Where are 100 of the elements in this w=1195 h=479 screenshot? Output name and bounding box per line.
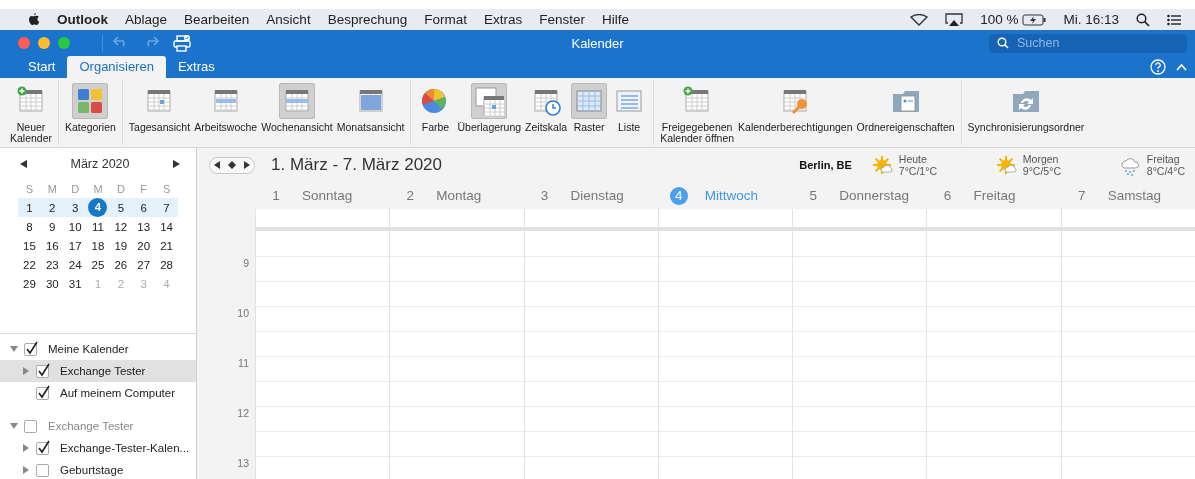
ribbon-tab[interactable]: Extras: [165, 56, 227, 78]
weather-forecast: Freitag 8°C/4°C: [1146, 153, 1185, 177]
calendar-day[interactable]: 1: [18, 201, 41, 214]
calendar-day[interactable]: 7: [155, 201, 178, 214]
calendar-day[interactable]: 23: [40, 258, 64, 271]
calendar-day[interactable]: 24: [63, 258, 87, 271]
date-navigation[interactable]: [209, 156, 255, 174]
calendar-day[interactable]: 17: [63, 239, 87, 252]
calendar-day[interactable]: 21: [155, 239, 178, 252]
day-header[interactable]: 3 Dienstag: [523, 186, 658, 205]
checkbox[interactable]: [36, 364, 49, 378]
checkbox[interactable]: [24, 342, 37, 356]
calendar-day[interactable]: 27: [132, 258, 156, 271]
calendar-day[interactable]: 10: [63, 220, 87, 233]
week-row[interactable]: 1 2 3 4 5 6 7: [18, 198, 178, 217]
day-header[interactable]: 6 Freitag: [926, 186, 1061, 205]
menu-item[interactable]: Fenster: [539, 12, 585, 27]
calendar-day[interactable]: 31: [63, 277, 87, 290]
today-diamond-icon[interactable]: [228, 161, 236, 169]
minimize-button[interactable]: [38, 37, 50, 49]
next-month-icon[interactable]: [173, 160, 180, 168]
list-icon[interactable]: [1167, 13, 1181, 26]
airplay-icon[interactable]: [945, 12, 964, 27]
collapse-triangle-icon[interactable]: [10, 345, 18, 353]
menu-item[interactable]: Outlook: [57, 12, 108, 27]
ribbon-button[interactable]: Überlagerung: [456, 83, 523, 145]
calendar-day[interactable]: 8: [18, 220, 41, 233]
menu-clock[interactable]: Mi. 16:13: [1063, 12, 1119, 27]
calendar-list-item[interactable]: Exchange Tester: [0, 360, 196, 382]
calendar-day[interactable]: 18: [86, 239, 110, 252]
calendar-day[interactable]: 14: [155, 220, 178, 233]
ribbon-button[interactable]: Kalenderberechtigungen: [737, 83, 854, 145]
menu-item[interactable]: Ablage: [125, 12, 168, 27]
next-icon[interactable]: [244, 161, 250, 169]
calendar-day[interactable]: 2: [40, 201, 64, 214]
weather-location[interactable]: Berlin, BE: [799, 159, 852, 171]
calendar-day[interactable]: 26: [109, 258, 133, 271]
ribbon-button[interactable]: Liste: [610, 83, 649, 145]
calendar-day[interactable]: 22: [18, 258, 41, 271]
calendar-name: Auf meinem Computer: [60, 387, 176, 399]
calendar-day[interactable]: 4: [88, 198, 108, 217]
menu-item[interactable]: Extras: [483, 12, 523, 27]
menu-item[interactable]: Format: [424, 12, 467, 27]
expand-triangle-icon[interactable]: [22, 367, 30, 375]
calendar-day[interactable]: 12: [109, 220, 133, 233]
calendar-day[interactable]: 19: [109, 239, 133, 252]
search-icon[interactable]: [1136, 12, 1150, 27]
menu-item[interactable]: Bearbeiten: [184, 12, 250, 27]
day-header[interactable]: 7 Samstag: [1060, 186, 1195, 205]
calendar-name: Exchange-Tester-Kalen...: [60, 442, 190, 454]
ribbon-tab[interactable]: Organisieren: [67, 56, 166, 78]
ribbon-button[interactable]: Monatsansicht: [335, 83, 406, 145]
ribbon-button[interactable]: Tagesansicht: [127, 83, 192, 145]
ribbon-button[interactable]: Synchronisierungsordner: [966, 83, 1086, 145]
weekday-label: M: [46, 182, 58, 195]
calendar-day[interactable]: 11: [86, 220, 110, 233]
hour-label: 13: [237, 457, 249, 471]
week-row[interactable]: 29 30 31 1 2 3 4: [18, 274, 178, 293]
calendar-day[interactable]: 13: [132, 220, 156, 233]
day-header[interactable]: 1 Sonntag: [255, 186, 390, 205]
previous-icon[interactable]: [214, 161, 220, 169]
week-row[interactable]: 15 16 17 18 19 20 21: [18, 236, 178, 255]
previous-month-icon[interactable]: [20, 160, 27, 168]
week-row[interactable]: 8 9 10 11 12 13 14: [18, 217, 178, 236]
calendar-day[interactable]: 28: [155, 258, 178, 271]
wifi-icon[interactable]: [910, 13, 929, 26]
calendar-day[interactable]: 6: [132, 201, 156, 214]
calendar-day[interactable]: 16: [40, 239, 64, 252]
menu-item[interactable]: Besprechung: [327, 12, 408, 27]
apple-logo-icon[interactable]: [28, 12, 40, 27]
menu-item[interactable]: Hilfe: [602, 12, 630, 27]
week-row[interactable]: 22 23 24 25 26 27 28: [18, 255, 178, 274]
ribbon-button[interactable]: Neuer Kalender: [9, 83, 54, 145]
calendar-day[interactable]: 29: [18, 277, 41, 290]
day-header[interactable]: 2 Montag: [389, 186, 524, 205]
date-range-title: 1. März - 7. März 2020: [271, 155, 442, 175]
calendar-day[interactable]: 3: [63, 201, 87, 214]
ribbon-tab[interactable]: Start: [16, 56, 68, 78]
ribbon-button[interactable]: Kategorien: [64, 83, 117, 145]
ribbon-button[interactable]: Arbeitswoche: [193, 83, 259, 145]
checkbox[interactable]: [36, 386, 49, 400]
print-icon[interactable]: [173, 34, 191, 52]
calendar-day[interactable]: 5: [109, 201, 133, 214]
ribbon-button[interactable]: Ordnereigenschaften: [855, 83, 956, 145]
ribbon-button[interactable]: Wochenansicht: [260, 83, 334, 145]
collapse-icon[interactable]: [1176, 63, 1187, 71]
day-header[interactable]: 5 Donnerstag: [792, 186, 927, 205]
calendar-day[interactable]: 25: [86, 258, 110, 271]
calendar-day[interactable]: 15: [18, 239, 41, 252]
menu-item[interactable]: Ansicht: [266, 12, 311, 27]
calendar-list-item[interactable]: Meine Kalender: [0, 338, 196, 360]
calendar-day[interactable]: 9: [40, 220, 64, 233]
ribbon-button[interactable]: Farbe: [416, 83, 455, 145]
ribbon-button[interactable]: Zeitskala: [524, 83, 569, 145]
ribbon-button[interactable]: Freigegebenen Kalender öffnen: [659, 83, 736, 145]
battery-icon[interactable]: [1022, 13, 1047, 26]
help-icon[interactable]: [1150, 59, 1166, 75]
calendar-day[interactable]: 30: [40, 277, 64, 290]
calendar-day[interactable]: 20: [132, 239, 156, 252]
calendar-list-item[interactable]: Auf meinem Computer: [0, 382, 196, 404]
